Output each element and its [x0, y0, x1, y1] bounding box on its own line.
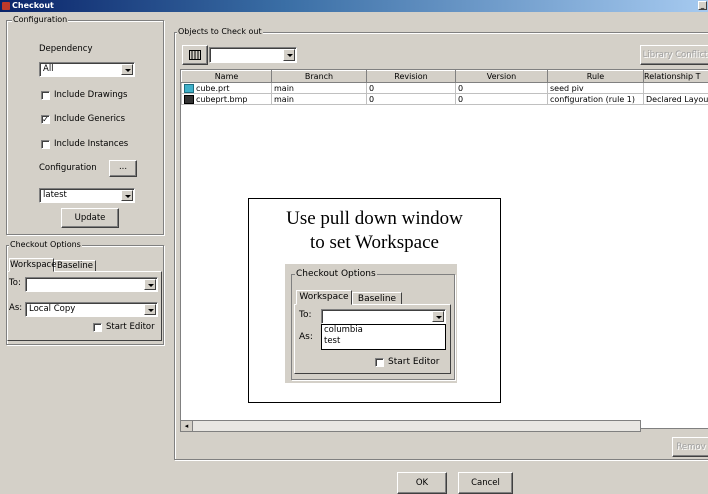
table-cell: Declared Layout	[643, 93, 708, 105]
tab-workspace[interactable]: Workspace	[9, 258, 56, 272]
column-header-version[interactable]: Version	[455, 70, 548, 83]
table-header-row: Name Branch Revision Version Rule Relati…	[181, 70, 708, 83]
table-cell: main	[271, 82, 367, 94]
chevron-down-icon[interactable]	[121, 190, 133, 201]
inset-start-editor-label: Start Editor	[388, 357, 440, 367]
callout-line-2: to set Workspace	[310, 232, 439, 253]
filter-button[interactable]	[182, 45, 208, 65]
include-instances-checkbox[interactable]	[41, 140, 50, 149]
to-label: To:	[9, 278, 21, 288]
column-header-rule[interactable]: Rule	[547, 70, 644, 83]
scroll-left-icon[interactable]: ◂	[181, 421, 193, 431]
annotation-callout: Use pull down window to set Workspace Ch…	[248, 198, 501, 403]
configuration-browse-button[interactable]: ...	[109, 160, 137, 177]
objects-table: Name Branch Revision Version Rule Relati…	[181, 70, 708, 105]
chevron-down-icon[interactable]	[144, 279, 156, 290]
table-row[interactable]: cubeprt.bmp main 0 0 configuration (rule…	[181, 93, 708, 105]
include-drawings-checkbox[interactable]	[41, 91, 50, 100]
callout-line-1: Use pull down window	[286, 208, 463, 229]
table-icon	[189, 50, 201, 60]
table-cell: cubeprt.bmp	[181, 93, 272, 105]
title-bar: Checkout _	[0, 0, 708, 12]
include-generics-checkbox[interactable]: ✓	[41, 115, 50, 124]
table-cell	[643, 82, 708, 94]
inset-as-label: As:	[299, 332, 313, 342]
column-header-branch[interactable]: Branch	[271, 70, 367, 83]
remove-button[interactable]: Remov	[672, 437, 708, 457]
image-icon	[184, 94, 194, 104]
include-generics-label: Include Generics	[54, 114, 126, 124]
table-cell: 0	[366, 82, 456, 94]
table-cell: configuration (rule 1)	[547, 93, 644, 105]
chevron-down-icon[interactable]	[144, 304, 156, 315]
table-cell: seed piv	[547, 82, 644, 94]
table-cell: 0	[366, 93, 456, 105]
checkout-as-select[interactable]: Local Copy	[25, 302, 158, 317]
chevron-down-icon[interactable]	[283, 49, 295, 61]
inset-screenshot: Checkout Options Workspace Baseline To: …	[285, 264, 457, 383]
configuration-label: Configuration	[39, 163, 97, 173]
include-drawings-label: Include Drawings	[54, 90, 128, 100]
start-editor-checkbox[interactable]	[93, 323, 102, 332]
window-title: Checkout	[12, 1, 54, 10]
objects-filter-select[interactable]	[209, 47, 297, 63]
objects-legend: Objects to Check out	[177, 27, 263, 37]
configuration-legend: Configuration	[12, 15, 69, 25]
table-cell: cube.prt	[181, 82, 272, 94]
start-editor-label: Start Editor	[106, 322, 155, 332]
inset-to-select[interactable]	[321, 309, 446, 324]
table-cell: main	[271, 93, 367, 105]
ok-button[interactable]: OK	[397, 472, 447, 494]
inset-legend: Checkout Options	[295, 269, 377, 279]
dependency-label: Dependency	[39, 44, 93, 54]
table-cell: 0	[455, 93, 548, 105]
chevron-down-icon[interactable]	[432, 311, 444, 322]
chevron-down-icon[interactable]	[121, 64, 133, 75]
update-button[interactable]: Update	[61, 208, 119, 228]
minimize-button[interactable]: _	[698, 1, 707, 10]
as-label: As:	[9, 303, 23, 313]
table-cell: 0	[455, 82, 548, 94]
column-header-revision[interactable]: Revision	[366, 70, 456, 83]
workspace-to-select[interactable]	[25, 277, 158, 292]
horizontal-scrollbar[interactable]: ◂	[180, 420, 641, 432]
as-value: Local Copy	[29, 304, 76, 314]
row-name: cubeprt.bmp	[196, 94, 248, 104]
cancel-button[interactable]: Cancel	[458, 472, 513, 494]
workspace-dropdown-list[interactable]: columbia test	[321, 324, 446, 350]
configuration-value: latest	[43, 190, 67, 200]
checkout-options-legend: Checkout Options	[9, 240, 82, 250]
column-header-relationship[interactable]: Relationship T	[643, 70, 708, 83]
column-header-name[interactable]: Name	[181, 70, 272, 83]
include-instances-label: Include Instances	[54, 139, 129, 149]
dropdown-option[interactable]: columbia	[324, 325, 445, 336]
dropdown-option[interactable]: test	[324, 336, 445, 347]
part-icon	[184, 83, 194, 93]
inset-tab-workspace[interactable]: Workspace	[296, 290, 352, 305]
dependency-value: All	[43, 64, 54, 74]
inset-start-editor-checkbox[interactable]	[375, 358, 384, 367]
inset-to-label: To:	[299, 310, 312, 320]
dependency-select[interactable]: All	[39, 62, 135, 77]
configuration-select[interactable]: latest	[39, 188, 135, 203]
row-name: cube.prt	[196, 83, 230, 93]
app-icon	[2, 2, 10, 10]
table-row[interactable]: cube.prt main 0 0 seed piv	[181, 82, 708, 94]
library-conflict-button[interactable]: Library Conflict	[640, 45, 708, 65]
